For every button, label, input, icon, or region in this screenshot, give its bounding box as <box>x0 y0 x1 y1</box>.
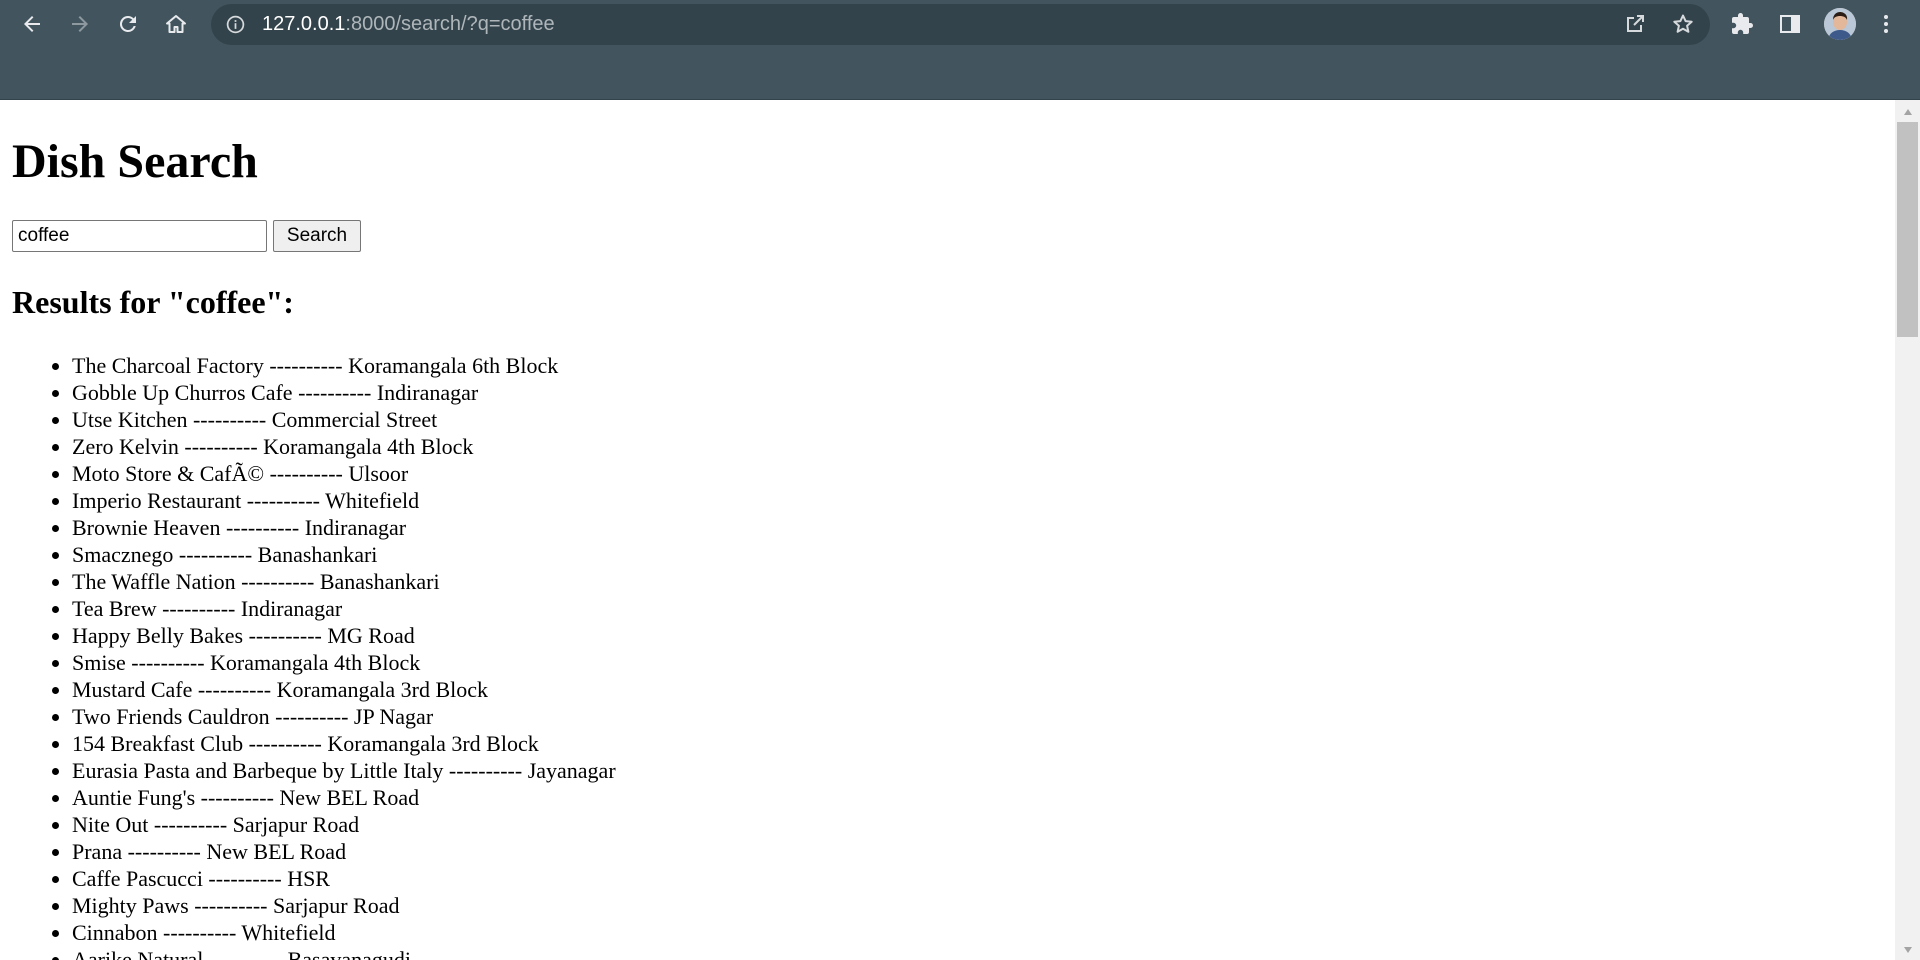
list-item: 154 Breakfast Club ---------- Koramangal… <box>72 730 616 757</box>
list-item: Smise ---------- Koramangala 4th Block <box>72 649 616 676</box>
search-input[interactable] <box>12 220 267 252</box>
list-item: Caffe Pascucci ---------- HSR <box>72 865 616 892</box>
scroll-down-arrow-icon[interactable] <box>1895 940 1920 960</box>
search-button[interactable]: Search <box>273 220 361 252</box>
home-icon[interactable] <box>160 8 192 40</box>
list-item: Aarike Natural ---------- Basavanagudi <box>72 946 616 960</box>
reload-icon[interactable] <box>112 8 144 40</box>
list-item: The Waffle Nation ---------- Banashankar… <box>72 568 616 595</box>
list-item: Brownie Heaven ---------- Indiranagar <box>72 514 616 541</box>
browser-window: 127.0.0.1:8000/search/?q=coffee Dish Sea… <box>0 0 1920 960</box>
scrollbar-thumb[interactable] <box>1897 122 1918 337</box>
list-item: Zero Kelvin ---------- Koramangala 4th B… <box>72 433 616 460</box>
page-title: Dish Search <box>12 135 258 188</box>
address-bar[interactable]: 127.0.0.1:8000/search/?q=coffee <box>211 4 1710 45</box>
share-icon[interactable] <box>1623 12 1647 41</box>
list-item: Auntie Fung's ---------- New BEL Road <box>72 784 616 811</box>
list-item: Tea Brew ---------- Indiranagar <box>72 595 616 622</box>
side-panel-icon[interactable] <box>1774 8 1806 40</box>
page-scrollbar[interactable] <box>1895 100 1920 960</box>
puzzle-icon[interactable] <box>1726 8 1758 40</box>
list-item: Mighty Paws ---------- Sarjapur Road <box>72 892 616 919</box>
list-item: Nite Out ---------- Sarjapur Road <box>72 811 616 838</box>
list-item: Moto Store & CafÃ© ---------- Ulsoor <box>72 460 616 487</box>
scroll-up-arrow-icon[interactable] <box>1895 102 1920 122</box>
browser-toolbar: 127.0.0.1:8000/search/?q=coffee <box>0 0 1920 100</box>
list-item: Gobble Up Churros Cafe ---------- Indira… <box>72 379 616 406</box>
list-item: Smacznego ---------- Banashankari <box>72 541 616 568</box>
list-item: Utse Kitchen ---------- Commercial Stree… <box>72 406 616 433</box>
url-text[interactable]: 127.0.0.1:8000/search/?q=coffee <box>262 4 555 45</box>
list-item: Eurasia Pasta and Barbeque by Little Ita… <box>72 757 616 784</box>
list-item: Two Friends Cauldron ---------- JP Nagar <box>72 703 616 730</box>
list-item: Imperio Restaurant ---------- Whitefield <box>72 487 616 514</box>
star-icon[interactable] <box>1671 12 1695 41</box>
list-item: Mustard Cafe ---------- Koramangala 3rd … <box>72 676 616 703</box>
forward-arrow-icon[interactable] <box>64 8 96 40</box>
avatar[interactable] <box>1824 8 1856 40</box>
list-item: Happy Belly Bakes ---------- MG Road <box>72 622 616 649</box>
list-item: Prana ---------- New BEL Road <box>72 838 616 865</box>
kebab-menu-icon[interactable] <box>1870 8 1902 40</box>
page-viewport: Dish Search Search Results for "coffee":… <box>0 100 1895 960</box>
results-heading: Results for "coffee": <box>12 284 294 320</box>
info-icon[interactable] <box>225 14 246 35</box>
list-item: Cinnabon ---------- Whitefield <box>72 919 616 946</box>
results-list: The Charcoal Factory ---------- Koramang… <box>12 352 616 960</box>
back-arrow-icon[interactable] <box>16 8 48 40</box>
url-path: :8000/search/?q=coffee <box>345 13 555 35</box>
url-host: 127.0.0.1 <box>262 13 346 35</box>
list-item: The Charcoal Factory ---------- Koramang… <box>72 352 616 379</box>
